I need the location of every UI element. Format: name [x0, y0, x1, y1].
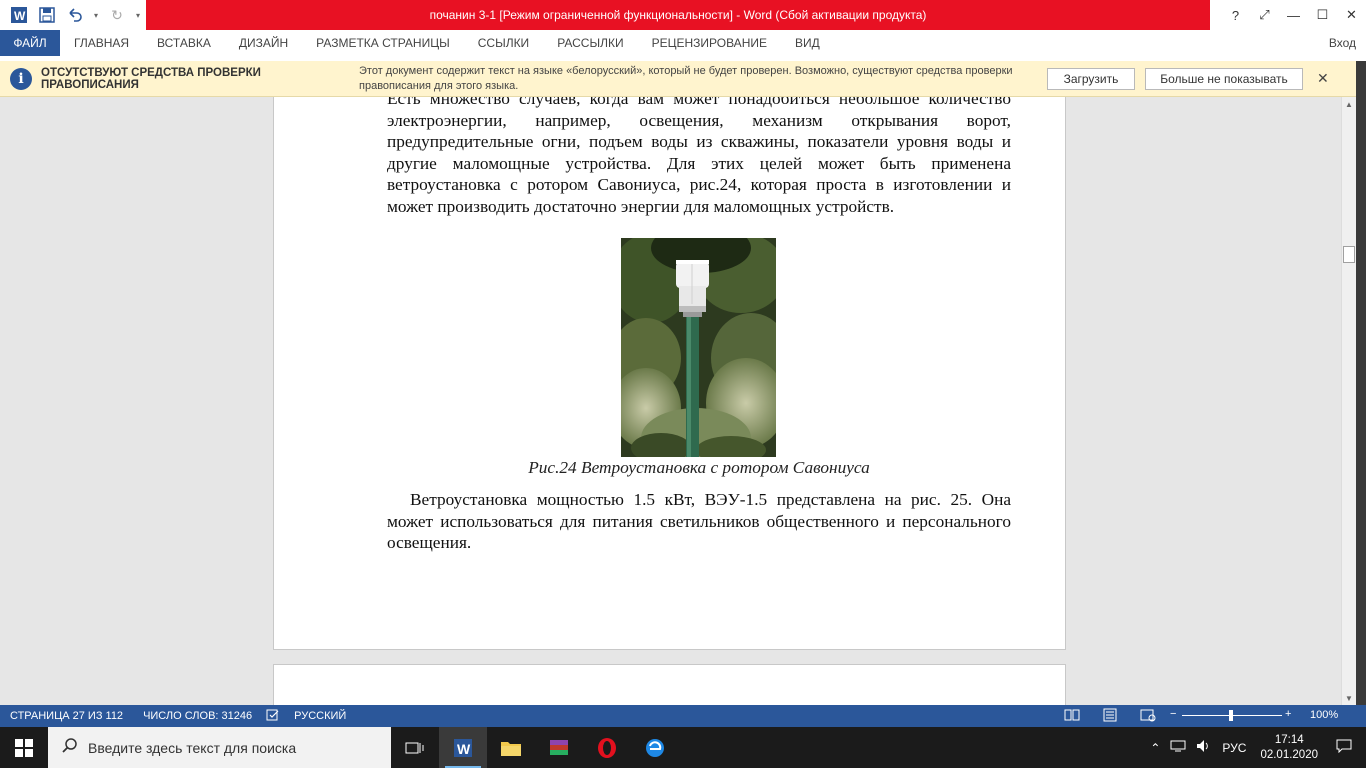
clock-date: 02.01.2020	[1260, 748, 1318, 761]
help-button[interactable]: ?	[1221, 0, 1250, 30]
ribbon-tabs: ФАЙЛ ГЛАВНАЯ ВСТАВКА ДИЗАЙН РАЗМЕТКА СТР…	[0, 30, 1366, 56]
search-placeholder: Введите здесь текст для поиска	[88, 739, 297, 756]
word-app-icon[interactable]: W	[8, 4, 30, 26]
document-workspace[interactable]: Есть множество случаев, когда вам может …	[0, 97, 1356, 705]
document-paragraph-1[interactable]: Есть множество случаев, когда вам может …	[387, 97, 1011, 217]
window-edge	[1356, 61, 1366, 705]
vertical-scrollbar[interactable]: ▲ ▼	[1341, 97, 1356, 705]
zoom-in-button[interactable]: +	[1285, 708, 1291, 720]
zoom-out-button[interactable]: −	[1170, 708, 1176, 720]
document-paragraph-2[interactable]: Ветроустановка мощностью 1.5 кВт, ВЭУ-1.…	[387, 489, 1011, 554]
wind-turbine-photo[interactable]	[621, 238, 776, 457]
message-bar-title: ОТСУТСТВУЮТ СРЕДСТВА ПРОВЕРКИ ПРАВОПИСАН…	[41, 66, 261, 91]
tab-view[interactable]: ВИД	[781, 30, 834, 56]
maximize-button[interactable]: ☐	[1308, 0, 1337, 30]
minimize-button[interactable]: —	[1279, 0, 1308, 30]
save-icon[interactable]	[36, 4, 58, 26]
taskbar: Введите здесь текст для поиска W ⌃ РУС 1…	[0, 727, 1366, 768]
page-count-status[interactable]: СТРАНИЦА 27 ИЗ 112	[10, 710, 123, 722]
tab-home[interactable]: ГЛАВНАЯ	[60, 30, 143, 56]
edge-icon[interactable]	[631, 727, 679, 768]
opera-icon[interactable]	[583, 727, 631, 768]
zoom-slider-thumb[interactable]	[1229, 710, 1233, 721]
svg-text:W: W	[457, 741, 471, 757]
tab-file[interactable]: ФАЙЛ	[0, 30, 60, 56]
title-bar: W ▾ ↻ ▾ почанин 3-1 [Режим ограниченной …	[0, 0, 1366, 30]
info-icon: i	[10, 67, 32, 90]
search-icon	[62, 738, 78, 757]
word-count-status[interactable]: ЧИСЛО СЛОВ: 31246	[143, 710, 252, 722]
message-bar-text: Этот документ содержит текст на языке «б…	[359, 64, 1013, 92]
undo-dropdown-icon[interactable]: ▾	[92, 4, 100, 26]
taskbar-search-box[interactable]: Введите здесь текст для поиска	[48, 727, 391, 768]
window-title: почанин 3-1 [Режим ограниченной функцион…	[146, 0, 1210, 30]
document-page[interactable]: Есть множество случаев, когда вам может …	[273, 97, 1066, 650]
task-view-icon[interactable]	[391, 727, 439, 768]
windows-logo-icon	[15, 738, 33, 757]
read-mode-icon[interactable]	[1064, 708, 1080, 725]
window-title-text: почанин 3-1 [Режим ограниченной функцион…	[429, 8, 927, 22]
zoom-level[interactable]: 100%	[1310, 709, 1338, 721]
customize-qat-icon[interactable]: ▾	[134, 4, 142, 26]
print-layout-icon[interactable]	[1102, 708, 1118, 725]
tab-mailings[interactable]: РАССЫЛКИ	[543, 30, 637, 56]
show-hidden-icons-icon[interactable]: ⌃	[1150, 741, 1160, 755]
status-bar: СТРАНИЦА 27 ИЗ 112 ЧИСЛО СЛОВ: 31246 РУС…	[0, 705, 1366, 727]
svg-text:W: W	[14, 9, 26, 23]
input-language[interactable]: РУС	[1222, 741, 1246, 755]
scroll-down-icon[interactable]: ▼	[1342, 691, 1356, 705]
tab-page-layout[interactable]: РАЗМЕТКА СТРАНИЦЫ	[302, 30, 464, 56]
sign-in-link[interactable]: Вход	[1329, 30, 1356, 56]
file-explorer-icon[interactable]	[487, 727, 535, 768]
proofing-icon[interactable]	[266, 709, 280, 724]
dont-show-again-button[interactable]: Больше не показывать	[1145, 67, 1303, 90]
word-taskbar-icon[interactable]: W	[439, 727, 487, 768]
redo-icon[interactable]: ↻	[106, 4, 128, 26]
tab-review[interactable]: РЕЦЕНЗИРОВАНИЕ	[638, 30, 781, 56]
tab-design[interactable]: ДИЗАЙН	[225, 30, 302, 56]
clock[interactable]: 17:14 02.01.2020	[1260, 733, 1318, 763]
quick-access-toolbar: W ▾ ↻ ▾	[0, 0, 142, 30]
clock-time: 17:14	[1274, 733, 1304, 746]
system-tray: ⌃ РУС 17:14 02.01.2020	[1150, 727, 1366, 768]
close-button[interactable]: ✕	[1337, 0, 1366, 30]
language-status[interactable]: РУССКИЙ	[294, 710, 346, 722]
undo-icon[interactable]	[64, 4, 86, 26]
window-controls: ? ⤢ — ☐ ✕	[1221, 0, 1366, 30]
figure-caption[interactable]: Рис.24 Ветроустановка с ротором Савониус…	[387, 458, 1011, 478]
close-icon[interactable]: ✕	[1317, 70, 1329, 87]
start-button[interactable]	[0, 727, 48, 768]
volume-icon[interactable]	[1196, 739, 1212, 756]
notifications-icon[interactable]	[1336, 739, 1352, 756]
web-layout-icon[interactable]	[1140, 708, 1156, 725]
scroll-up-icon[interactable]: ▲	[1342, 97, 1356, 111]
next-document-page[interactable]	[273, 664, 1066, 705]
download-button[interactable]: Загрузить	[1047, 67, 1135, 90]
ribbon-display-options-button[interactable]: ⤢	[1250, 0, 1279, 30]
message-bar: i ОТСУТСТВУЮТ СРЕДСТВА ПРОВЕРКИ ПРАВОПИС…	[0, 61, 1356, 97]
winrar-icon[interactable]	[535, 727, 583, 768]
network-icon[interactable]	[1170, 740, 1186, 755]
scrollbar-thumb[interactable]	[1343, 246, 1355, 263]
tab-insert[interactable]: ВСТАВКА	[143, 30, 225, 56]
tab-references[interactable]: ССЫЛКИ	[464, 30, 543, 56]
